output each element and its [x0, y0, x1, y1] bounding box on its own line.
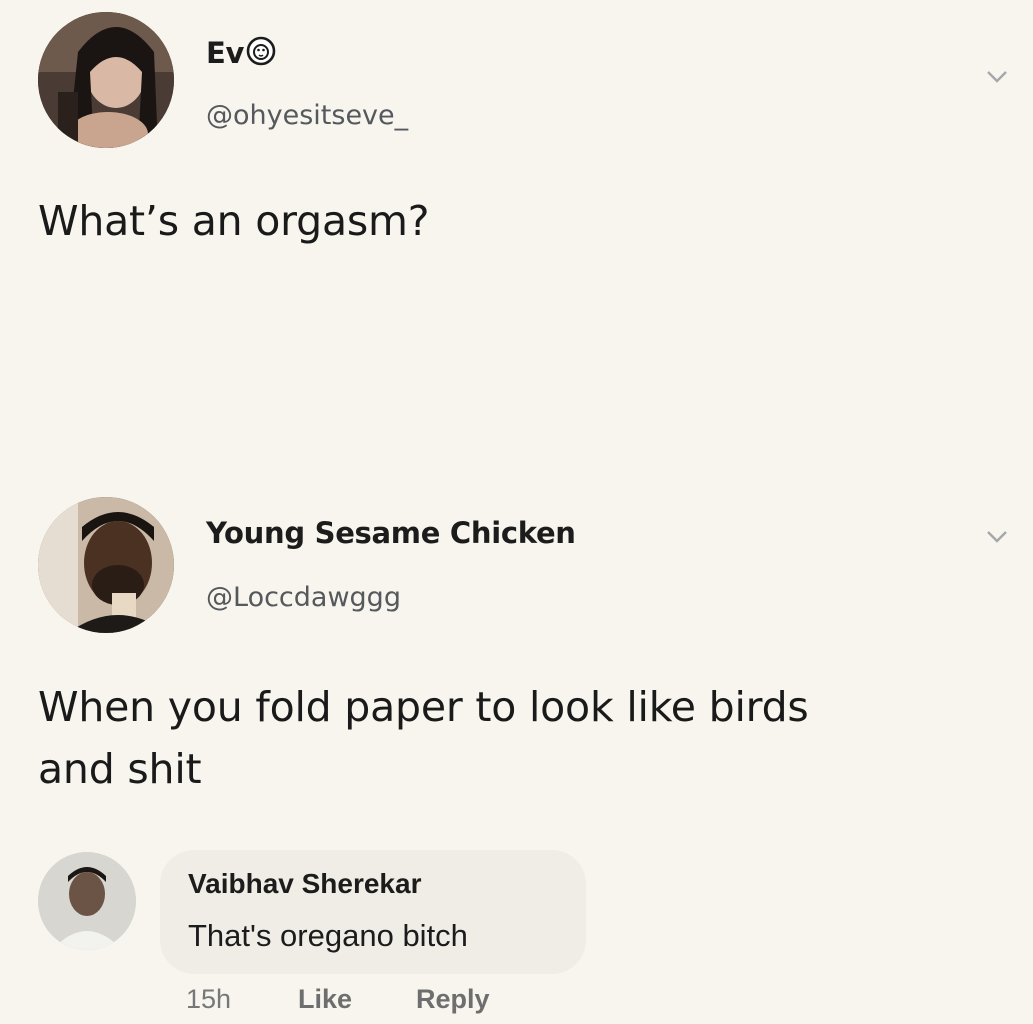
comment-avatar[interactable]: [38, 852, 136, 950]
reply-button[interactable]: Reply: [416, 984, 490, 1015]
comment-avatar-photo: [38, 852, 136, 950]
comment-time[interactable]: 15h: [186, 984, 231, 1015]
avatar[interactable]: [38, 497, 174, 633]
comment: Vaibhav Sherekar That's oregano bitch 15…: [0, 840, 1033, 1024]
display-name[interactable]: Young Sesame Chicken: [206, 516, 576, 550]
avatar-photo: [38, 497, 174, 633]
comment-text: That's oregano bitch: [188, 918, 468, 953]
tweet-text-line: When you fold paper to look like birds: [38, 683, 809, 731]
comment-author[interactable]: Vaibhav Sherekar: [188, 868, 421, 900]
chevron-down-icon[interactable]: [986, 530, 1008, 544]
tweet-text-line: and shit: [38, 745, 202, 793]
handle[interactable]: @Loccdawggg: [206, 582, 401, 613]
like-button[interactable]: Like: [298, 984, 352, 1015]
tweet-2: Young Sesame Chicken @Loccdawggg When yo…: [0, 0, 1033, 793]
tweet-text: When you fold paper to look like birds a…: [38, 676, 809, 800]
